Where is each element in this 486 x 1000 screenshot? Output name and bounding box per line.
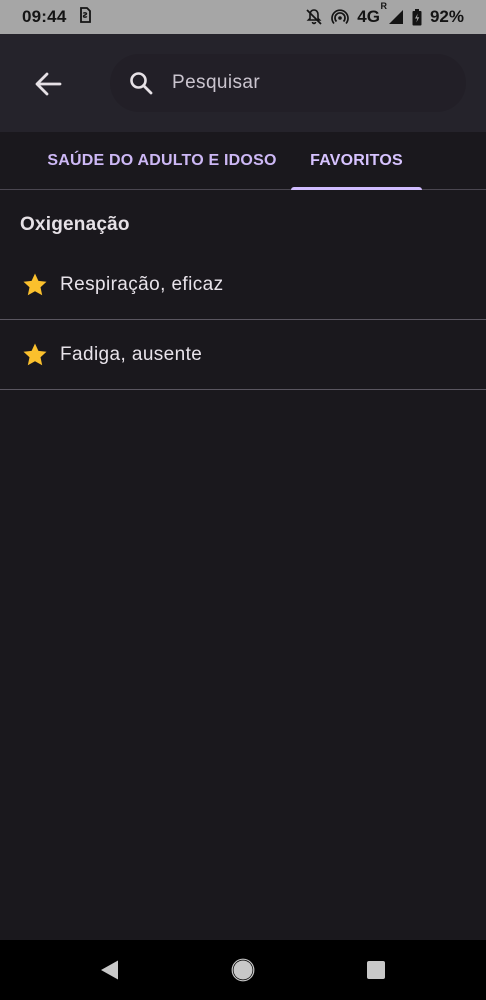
star-icon[interactable] — [22, 272, 48, 298]
nav-recents-icon[interactable] — [364, 958, 388, 982]
nav-home-icon[interactable] — [231, 958, 255, 982]
list-item-label: Respiração, eficaz — [60, 274, 224, 295]
search-bar[interactable] — [110, 54, 466, 112]
top-app-bar — [0, 34, 486, 132]
roaming-label: R — [380, 1, 387, 11]
list-item[interactable]: Respiração, eficaz — [0, 251, 486, 320]
tab-saude-adulto-idoso[interactable]: SAÚDE DO ADULTO E IDOSO — [40, 132, 284, 190]
tab-label: SAÚDE DO ADULTO E IDOSO — [47, 152, 277, 169]
signal-icon — [388, 9, 404, 25]
section-title: Oxigenação — [20, 214, 130, 235]
hotspot-icon — [331, 8, 350, 26]
battery-percent: 92% — [429, 7, 464, 26]
search-icon — [130, 72, 153, 95]
status-time: 09:44 — [22, 7, 67, 26]
arrow-back-icon — [35, 72, 62, 96]
status-bar: 09:44 4G R 92% — [0, 0, 486, 34]
notifications-off-icon — [305, 8, 323, 26]
search-input[interactable] — [172, 54, 452, 112]
star-icon[interactable] — [22, 342, 48, 368]
list-item-label: Fadiga, ausente — [60, 344, 203, 365]
tab-label: FAVORITOS — [310, 152, 403, 169]
system-nav-bar — [0, 940, 486, 1000]
network-label: 4G — [357, 7, 380, 26]
back-button[interactable] — [24, 60, 72, 108]
network-type: 4G R — [357, 1, 387, 27]
battery-icon — [412, 8, 422, 26]
tab-bar: SAÚDE DO ADULTO E IDOSO FAVORITOS — [0, 132, 486, 190]
sim-status-icon — [78, 6, 92, 28]
nav-back-icon[interactable] — [98, 958, 122, 982]
list-item[interactable]: Fadiga, ausente — [0, 321, 486, 390]
tab-favoritos[interactable]: FAVORITOS — [291, 132, 422, 190]
tab-indicator — [291, 187, 422, 190]
